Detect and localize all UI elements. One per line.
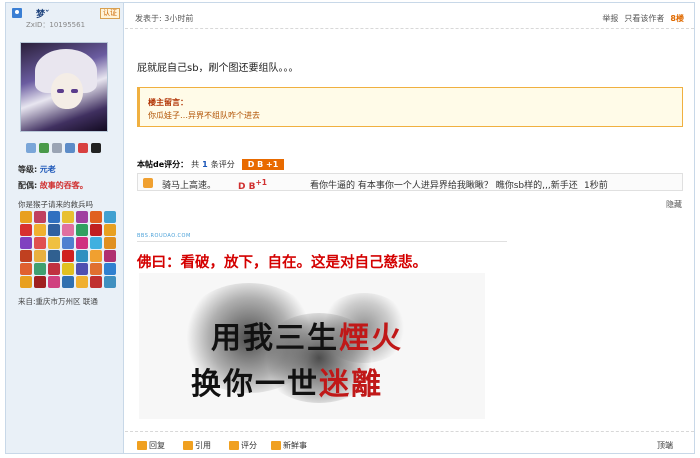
post-container: 梦ˇ ZxID：10195561 认证 等级: 元老 配偶: 故事的吞客。 你是… — [5, 2, 695, 454]
fresh-icon — [271, 441, 281, 450]
owner-message-box: 楼主留言： 你瓜娃子…异界不组队咋个进去 — [137, 87, 683, 127]
medal-icon[interactable] — [90, 250, 102, 262]
medal-icon[interactable] — [62, 250, 74, 262]
add-friend-icon[interactable] — [39, 143, 49, 153]
album-icon[interactable] — [65, 143, 75, 153]
quote-button[interactable]: 引用 — [183, 440, 211, 451]
rating-user[interactable]: 骑马上高速。 — [162, 178, 216, 191]
rating-score: D B+1 — [238, 178, 267, 192]
medal-icon[interactable] — [20, 263, 32, 275]
post-header: 发表于: 3小时前 举报 只看该作者 8楼 — [125, 3, 694, 29]
reply-icon — [137, 441, 147, 450]
username[interactable]: 梦ˇ — [36, 7, 50, 20]
medal-icon[interactable] — [90, 224, 102, 236]
rating-row: 骑马上高速。 D B+1 看你牛逼的 有本事你一个人进异界给我瞅瞅？ 瞧你sb样… — [137, 173, 683, 192]
only-author-link[interactable]: 只看该作者 — [624, 13, 664, 24]
rate-button[interactable]: 评分 — [229, 440, 257, 451]
post-actions: 回复 引用 评分 新鲜事 顶端 — [125, 431, 694, 453]
rate-icon — [229, 441, 239, 450]
top-link[interactable]: 顶端 — [657, 440, 673, 451]
medal-icon[interactable] — [34, 211, 46, 223]
owner-message-body: 你瓜娃子…异界不组队咋个进去 — [148, 111, 260, 120]
hide-rating-link[interactable]: 隐藏 — [666, 199, 682, 210]
medal-icon[interactable] — [20, 250, 32, 262]
medal-icon[interactable] — [62, 224, 74, 236]
medal-icon[interactable] — [34, 224, 46, 236]
user-actions — [26, 143, 116, 155]
medal-icon[interactable] — [104, 237, 116, 249]
medal-icon[interactable] — [90, 276, 102, 288]
medal-icon[interactable] — [104, 276, 116, 288]
user-id: ZxID：10195561 — [26, 21, 86, 29]
medal-icon[interactable] — [62, 263, 74, 275]
rating-badge: D B +1 — [241, 159, 285, 170]
medal-icon[interactable] — [76, 250, 88, 262]
wall-icon[interactable] — [78, 143, 88, 153]
medal-icon[interactable] — [104, 211, 116, 223]
medal-icon[interactable] — [104, 250, 116, 262]
medal-icon[interactable] — [20, 237, 32, 249]
medal-icon[interactable] — [20, 276, 32, 288]
medal-icon[interactable] — [48, 276, 60, 288]
medal-icon[interactable] — [48, 211, 60, 223]
medal-icon[interactable] — [48, 237, 60, 249]
medal-icon[interactable] — [48, 250, 60, 262]
medal-icon[interactable] — [34, 276, 46, 288]
user-icon — [12, 8, 22, 18]
avatar[interactable] — [20, 42, 108, 132]
quote-icon — [183, 441, 193, 450]
medal-icon[interactable] — [76, 211, 88, 223]
user-header: 梦ˇ ZxID：10195561 认证 — [10, 6, 120, 30]
signature-text: 佛曰：看破，放下，自在。这是对自己慈悲。 — [137, 254, 427, 271]
mail-icon[interactable] — [26, 143, 36, 153]
medal-icon[interactable] — [62, 276, 74, 288]
medal-icon[interactable] — [62, 237, 74, 249]
user-level: 等级: 元老 — [18, 165, 56, 174]
reply-button[interactable]: 回复 — [137, 440, 165, 451]
report-link[interactable]: 举报 — [602, 13, 618, 24]
post-time: 发表于: 3小时前 — [135, 14, 194, 23]
medal-icon[interactable] — [48, 263, 60, 275]
medal-icon[interactable] — [90, 211, 102, 223]
post-main: 发表于: 3小时前 举报 只看该作者 8楼 屁就屁自己sb，刷个图还要组队。。。… — [125, 3, 694, 453]
user-motto: 你是猴子请来的救兵吗 — [18, 200, 93, 209]
user-sidebar: 梦ˇ ZxID：10195561 认证 等级: 元老 配偶: 故事的吞客。 你是… — [6, 3, 124, 453]
profile-icon[interactable] — [52, 143, 62, 153]
floor-number[interactable]: 8楼 — [670, 13, 684, 24]
medal-icon[interactable] — [90, 237, 102, 249]
medal-icon[interactable] — [76, 224, 88, 236]
medal-icon[interactable] — [34, 237, 46, 249]
qq-icon[interactable] — [91, 143, 101, 153]
signature-image: 用我三生煙火 换你一世迷離 — [139, 273, 485, 419]
rate-icon — [143, 178, 153, 188]
signature-site-mark: BBS.ROUDAO.COM — [137, 233, 191, 239]
rating-header: 本帖de评分： 共 1 条评分 D B +1 — [137, 159, 285, 170]
fresh-button[interactable]: 新鲜事 — [271, 440, 307, 451]
rating-time: 1秒前 — [584, 181, 608, 191]
medal-icon[interactable] — [76, 237, 88, 249]
user-match: 配偶: 故事的吞客。 — [18, 181, 88, 190]
medal-icon[interactable] — [34, 263, 46, 275]
owner-message-title: 楼主留言： — [148, 98, 188, 107]
medal-icon[interactable] — [34, 250, 46, 262]
rating-count: 1 — [202, 160, 208, 169]
medal-icon[interactable] — [76, 276, 88, 288]
medal-icon[interactable] — [62, 211, 74, 223]
signature-divider — [137, 241, 507, 242]
medal-icon[interactable] — [48, 224, 60, 236]
medal-icon[interactable] — [104, 263, 116, 275]
medal-icon[interactable] — [90, 263, 102, 275]
medal-icon[interactable] — [20, 224, 32, 236]
medal-icon[interactable] — [104, 224, 116, 236]
medal-icon[interactable] — [20, 211, 32, 223]
medal-icon[interactable] — [76, 263, 88, 275]
verify-badge[interactable]: 认证 — [100, 8, 120, 19]
rating-title: 本帖de评分： — [137, 160, 189, 169]
user-location: 来自:重庆市万州区 联通 — [18, 297, 98, 306]
post-content: 屁就屁自己sb，刷个图还要组队。。。 — [137, 63, 299, 74]
medal-grid — [20, 211, 120, 288]
rating-reason: 看你牛逼的 有本事你一个人进异界给我瞅瞅？ 瞧你sb样的,,,新手还 — [310, 181, 578, 191]
